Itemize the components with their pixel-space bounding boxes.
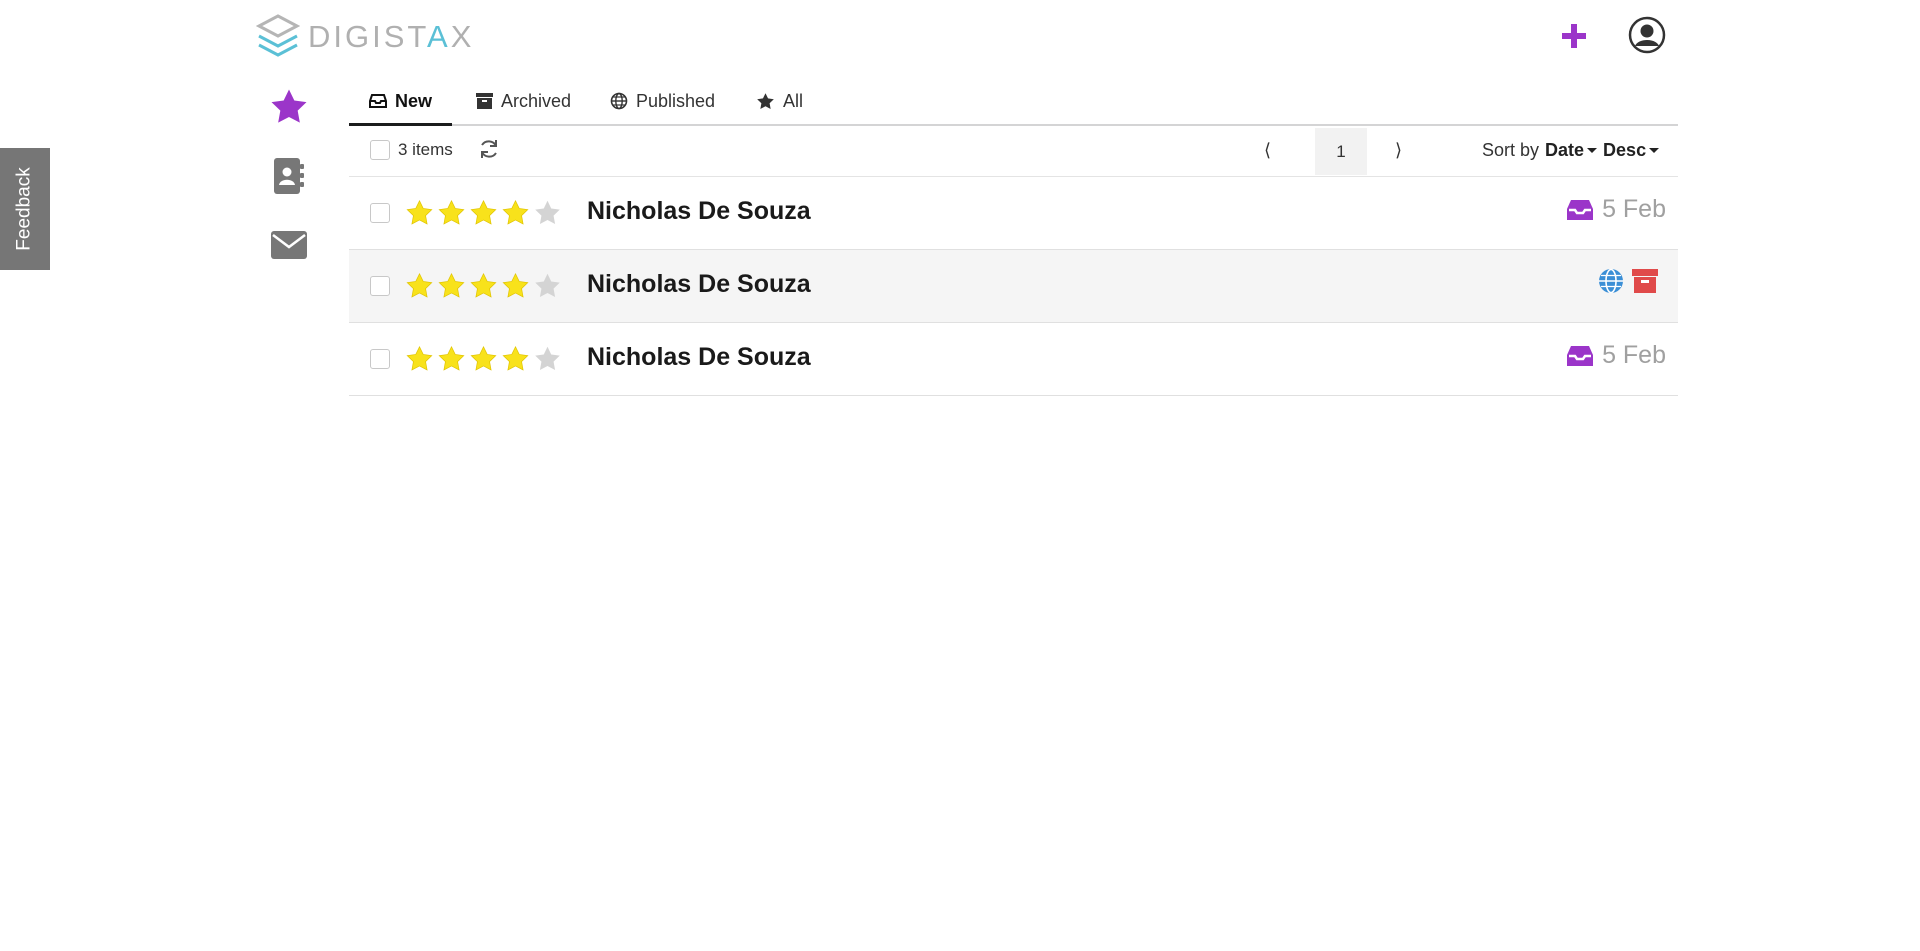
star-filled-icon[interactable] bbox=[469, 272, 498, 300]
address-book-icon bbox=[274, 158, 304, 194]
tab-all[interactable]: All bbox=[756, 78, 803, 124]
list-toolbar: 3 items ⟨ 1 ⟩ Sort by Date Desc bbox=[349, 126, 1678, 177]
star-empty-icon[interactable] bbox=[533, 272, 562, 300]
sort-controls: Sort by Date Desc bbox=[1482, 140, 1660, 161]
row-name: Nicholas De Souza bbox=[587, 197, 811, 225]
logo[interactable]: DIGISTAX bbox=[256, 14, 474, 60]
row-date: 5 Feb bbox=[1602, 195, 1666, 223]
list-item[interactable]: Nicholas De Souza 5 Feb bbox=[349, 177, 1678, 250]
feedback-tab[interactable]: Feedback bbox=[0, 148, 50, 270]
sort-by-label: Sort by bbox=[1482, 140, 1540, 160]
inbox-icon bbox=[1567, 345, 1594, 366]
current-page: 1 bbox=[1315, 128, 1367, 175]
tab-new-label: New bbox=[395, 90, 433, 111]
sidebar-item-contacts[interactable] bbox=[268, 155, 310, 197]
row-meta bbox=[1598, 268, 1666, 294]
refresh-button[interactable] bbox=[478, 138, 500, 165]
row-checkbox[interactable] bbox=[370, 203, 390, 223]
caret-down-icon bbox=[1587, 148, 1598, 153]
star-empty-icon[interactable] bbox=[533, 345, 562, 373]
select-all-checkbox[interactable] bbox=[370, 140, 390, 160]
star-filled-icon[interactable] bbox=[437, 345, 466, 373]
sidebar-item-messages[interactable] bbox=[268, 224, 310, 266]
add-button[interactable] bbox=[1556, 18, 1592, 54]
sort-order-value: Desc bbox=[1603, 140, 1647, 160]
star-empty-icon[interactable] bbox=[533, 199, 562, 227]
tab-archived[interactable]: Archived bbox=[476, 78, 571, 124]
tab-archived-label: Archived bbox=[501, 90, 572, 111]
tab-published-label: Published bbox=[636, 90, 716, 111]
star-filled-icon[interactable] bbox=[501, 272, 530, 300]
star-rating[interactable] bbox=[405, 345, 562, 373]
logo-text-main: DIGIST bbox=[308, 19, 428, 54]
archive-icon bbox=[1632, 269, 1658, 293]
star-filled-icon[interactable] bbox=[437, 199, 466, 227]
globe-icon bbox=[1599, 268, 1623, 294]
logo-icon bbox=[256, 14, 300, 57]
sort-field-dropdown[interactable]: Date bbox=[1545, 140, 1598, 161]
logo-text-accent: A bbox=[427, 19, 451, 54]
status-tabs: New Archived Published All bbox=[349, 78, 1678, 126]
row-meta: 5 Feb bbox=[1566, 195, 1666, 224]
caret-down-icon bbox=[1649, 148, 1660, 153]
row-name: Nicholas De Souza bbox=[587, 343, 811, 371]
sort-order-dropdown[interactable]: Desc bbox=[1603, 140, 1660, 161]
envelope-icon bbox=[271, 231, 307, 259]
tab-published[interactable]: Published bbox=[610, 78, 715, 124]
sort-field-value: Date bbox=[1545, 140, 1585, 160]
user-avatar-button[interactable] bbox=[1628, 16, 1666, 54]
globe-icon bbox=[610, 92, 628, 110]
prev-page-button[interactable]: ⟨ bbox=[1264, 140, 1271, 161]
star-filled-icon[interactable] bbox=[501, 199, 530, 227]
star-filled-icon[interactable] bbox=[405, 199, 434, 227]
star-filled-icon[interactable] bbox=[405, 345, 434, 373]
star-filled-icon[interactable] bbox=[405, 272, 434, 300]
star-rating[interactable] bbox=[405, 199, 562, 227]
user-circle-icon bbox=[1628, 16, 1666, 54]
list-item[interactable]: Nicholas De Souza bbox=[349, 250, 1678, 323]
archive-icon bbox=[476, 93, 493, 109]
row-name: Nicholas De Souza bbox=[587, 270, 811, 298]
logo-text: DIGISTAX bbox=[308, 19, 474, 55]
tab-all-label: All bbox=[783, 90, 804, 111]
row-checkbox[interactable] bbox=[370, 349, 390, 369]
tab-new[interactable]: New bbox=[349, 78, 453, 126]
star-filled-icon[interactable] bbox=[469, 199, 498, 227]
star-filled-icon[interactable] bbox=[469, 345, 498, 373]
refresh-icon bbox=[481, 140, 497, 158]
next-page-button[interactable]: ⟩ bbox=[1395, 140, 1402, 161]
star-icon bbox=[757, 92, 774, 109]
row-meta: 5 Feb bbox=[1566, 341, 1666, 370]
star-icon bbox=[271, 89, 307, 123]
star-rating[interactable] bbox=[405, 272, 562, 300]
plus-icon bbox=[1562, 24, 1586, 48]
feedback-label: Feedback bbox=[14, 167, 36, 251]
star-filled-icon[interactable] bbox=[501, 345, 530, 373]
logo-text-end: X bbox=[450, 19, 475, 54]
inbox-icon bbox=[369, 94, 387, 108]
list-item[interactable]: Nicholas De Souza 5 Feb bbox=[349, 323, 1678, 396]
row-date: 5 Feb bbox=[1602, 341, 1666, 369]
star-filled-icon[interactable] bbox=[437, 272, 466, 300]
items-count: 3 items bbox=[398, 140, 453, 159]
inbox-icon bbox=[1567, 199, 1594, 220]
sidebar-item-ratings[interactable] bbox=[268, 86, 310, 128]
row-checkbox[interactable] bbox=[370, 276, 390, 296]
